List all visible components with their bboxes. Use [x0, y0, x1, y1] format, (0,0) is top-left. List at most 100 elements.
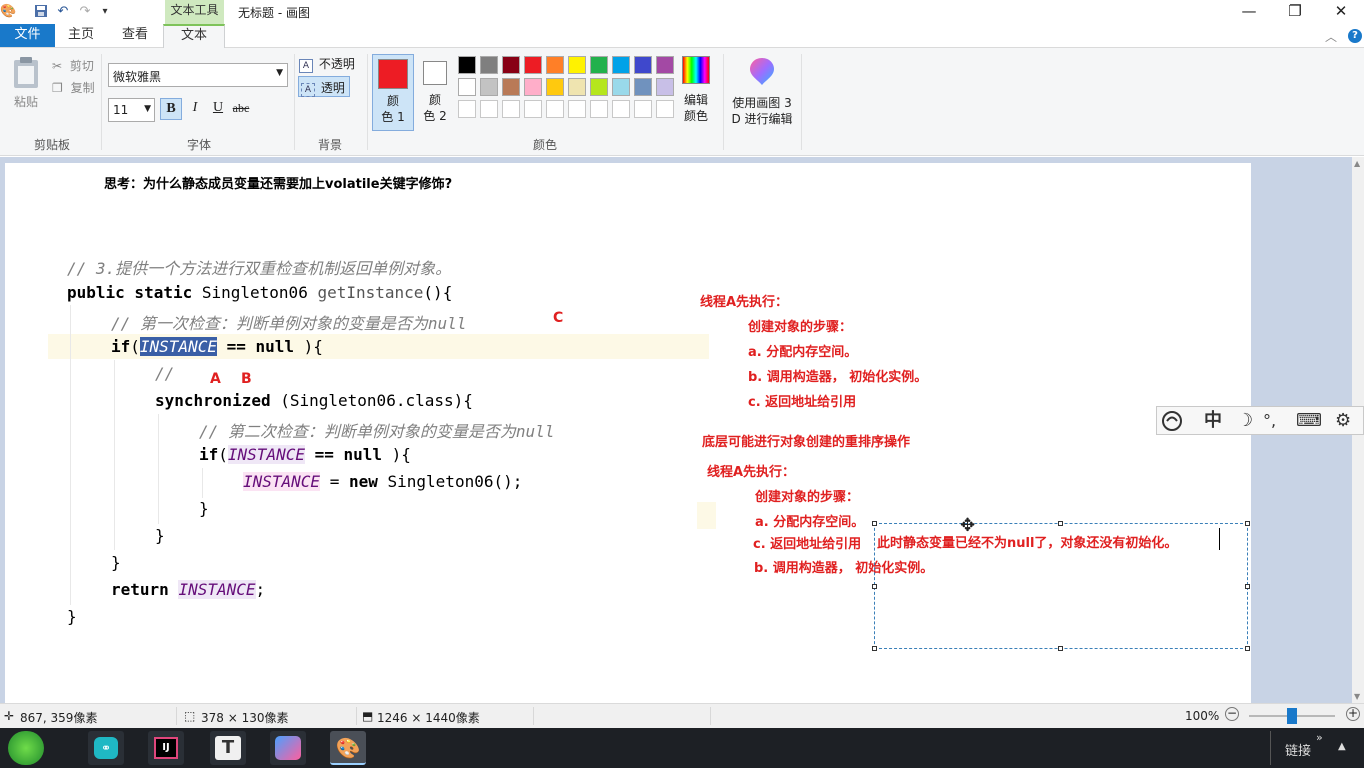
- resize-handle[interactable]: [1245, 584, 1250, 589]
- palette-color-swatch[interactable]: [568, 78, 586, 96]
- collapse-ribbon-icon[interactable]: ︿: [1325, 28, 1337, 45]
- gear-icon[interactable]: ⚙: [1335, 410, 1351, 432]
- palette-color-swatch[interactable]: [458, 56, 476, 74]
- opaque-icon: A: [299, 59, 313, 73]
- palette-color-swatch[interactable]: [612, 56, 630, 74]
- taskbar-intellij[interactable]: IJ: [148, 731, 184, 765]
- customize-qa-icon[interactable]: ▾: [97, 4, 113, 20]
- font-family-value: 微软雅黑: [113, 70, 162, 84]
- resize-handle[interactable]: [872, 646, 877, 651]
- taskbar-app-link[interactable]: ⚭: [88, 731, 124, 765]
- tab-file[interactable]: 文件: [0, 24, 55, 47]
- resize-handle[interactable]: [1245, 646, 1250, 651]
- palette-color-swatch[interactable]: [656, 78, 674, 96]
- resize-handle[interactable]: [1058, 646, 1063, 651]
- palette-color-swatch[interactable]: [502, 78, 520, 96]
- resize-handle[interactable]: [1245, 521, 1250, 526]
- taskbar-paint[interactable]: 🎨: [330, 731, 366, 765]
- tab-home[interactable]: 主页: [58, 24, 104, 48]
- resize-handle[interactable]: [1058, 521, 1063, 526]
- zoom-level: 100%: [1185, 709, 1220, 723]
- paint-app-icon[interactable]: 🎨: [0, 4, 16, 20]
- palette-empty-slot[interactable]: [590, 100, 608, 118]
- taskbar-baidu-netdisk[interactable]: [270, 731, 306, 765]
- links-chevron-icon[interactable]: »: [1316, 731, 1323, 744]
- resize-handle[interactable]: [872, 584, 877, 589]
- restore-button[interactable]: ❐: [1272, 0, 1318, 24]
- palette-color-swatch[interactable]: [546, 78, 564, 96]
- palette-color-swatch[interactable]: [590, 78, 608, 96]
- copy-button[interactable]: ❐ 复制: [52, 79, 95, 96]
- color1-swatch: [378, 59, 408, 89]
- scissors-icon: ✂: [52, 59, 63, 73]
- ime-logo-icon[interactable]: [1161, 410, 1185, 432]
- minimize-button[interactable]: —: [1226, 0, 1272, 24]
- tab-text[interactable]: 文本: [163, 24, 225, 49]
- opaque-button[interactable]: A 不透明: [299, 55, 361, 75]
- scroll-up-icon[interactable]: ▲: [1354, 159, 1360, 168]
- palette-color-swatch[interactable]: [634, 78, 652, 96]
- moon-icon[interactable]: ☽: [1237, 410, 1253, 432]
- redo-icon[interactable]: ↷: [77, 4, 93, 20]
- palette-empty-slot[interactable]: [568, 100, 586, 118]
- resize-handle[interactable]: [872, 521, 877, 526]
- palette-empty-slot[interactable]: [480, 100, 498, 118]
- window-title: 无标题 - 画图: [238, 6, 310, 20]
- start-button[interactable]: [8, 731, 44, 765]
- save-icon[interactable]: [33, 4, 49, 20]
- keyboard-icon[interactable]: ⌨: [1296, 410, 1322, 432]
- palette-color-swatch[interactable]: [480, 56, 498, 74]
- font-size-select[interactable]: 11 ▼: [108, 98, 155, 122]
- close-button[interactable]: ✕: [1318, 0, 1364, 24]
- palette-empty-slot[interactable]: [502, 100, 520, 118]
- palette-color-swatch[interactable]: [634, 56, 652, 74]
- tray-up-icon[interactable]: ▲: [1338, 741, 1346, 752]
- bold-button[interactable]: B: [160, 98, 182, 120]
- font-family-select[interactable]: 微软雅黑 ▼: [108, 63, 288, 87]
- palette-color-swatch[interactable]: [656, 56, 674, 74]
- paste-button[interactable]: 粘贴: [8, 56, 44, 110]
- code-comment: //: [155, 364, 175, 383]
- text-box-content[interactable]: 此时静态变量已经不为null了，对象还没有初始化。: [877, 532, 1177, 551]
- palette-color-swatch[interactable]: [546, 56, 564, 74]
- tab-view[interactable]: 查看: [112, 24, 158, 48]
- palette-empty-slot[interactable]: [458, 100, 476, 118]
- background-group-label: 背景: [317, 138, 342, 152]
- zoom-slider-thumb[interactable]: [1287, 708, 1297, 724]
- palette-empty-slot[interactable]: [546, 100, 564, 118]
- taskbar-typora[interactable]: T: [210, 731, 246, 765]
- color2-button[interactable]: 颜 色 2: [415, 54, 455, 131]
- palette-color-swatch[interactable]: [590, 56, 608, 74]
- punctuation-icon[interactable]: °,: [1263, 410, 1276, 432]
- zoom-in-button[interactable]: +: [1346, 707, 1360, 721]
- transparent-button[interactable]: A 透明: [298, 76, 350, 97]
- palette-empty-slot[interactable]: [612, 100, 630, 118]
- scroll-down-icon[interactable]: ▼: [1354, 692, 1360, 701]
- cut-button[interactable]: ✂ 剪切: [52, 57, 94, 74]
- strikethrough-button[interactable]: abc: [230, 98, 252, 120]
- palette-color-swatch[interactable]: [612, 78, 630, 96]
- palette-color-swatch[interactable]: [568, 56, 586, 74]
- help-icon[interactable]: ?: [1348, 29, 1362, 43]
- zoom-out-button[interactable]: −: [1225, 707, 1239, 721]
- code-comment: // 第一次检查：判断单例对象的变量是否为null: [111, 314, 467, 333]
- palette-empty-slot[interactable]: [524, 100, 542, 118]
- code-punct: Singleton06();: [377, 472, 523, 491]
- group-divider: [101, 54, 102, 150]
- undo-icon[interactable]: ↶: [55, 4, 71, 20]
- underline-button[interactable]: U: [207, 98, 229, 120]
- italic-button[interactable]: I: [184, 98, 206, 120]
- palette-color-swatch[interactable]: [524, 78, 542, 96]
- ime-mode-toggle[interactable]: 中: [1204, 410, 1222, 432]
- palette-color-swatch[interactable]: [502, 56, 520, 74]
- edit-colors-button[interactable]: 编辑 颜色: [680, 56, 712, 126]
- links-toolbar[interactable]: 链接: [1285, 740, 1311, 759]
- palette-empty-slot[interactable]: [656, 100, 674, 118]
- palette-color-swatch[interactable]: [480, 78, 498, 96]
- code-keyword: if: [199, 445, 219, 464]
- palette-color-swatch[interactable]: [524, 56, 542, 74]
- edit-with-paint3d-button[interactable]: 使用画图 3 D 进行编辑: [729, 56, 795, 126]
- color1-button[interactable]: 颜 色 1: [372, 54, 414, 131]
- palette-color-swatch[interactable]: [458, 78, 476, 96]
- palette-empty-slot[interactable]: [634, 100, 652, 118]
